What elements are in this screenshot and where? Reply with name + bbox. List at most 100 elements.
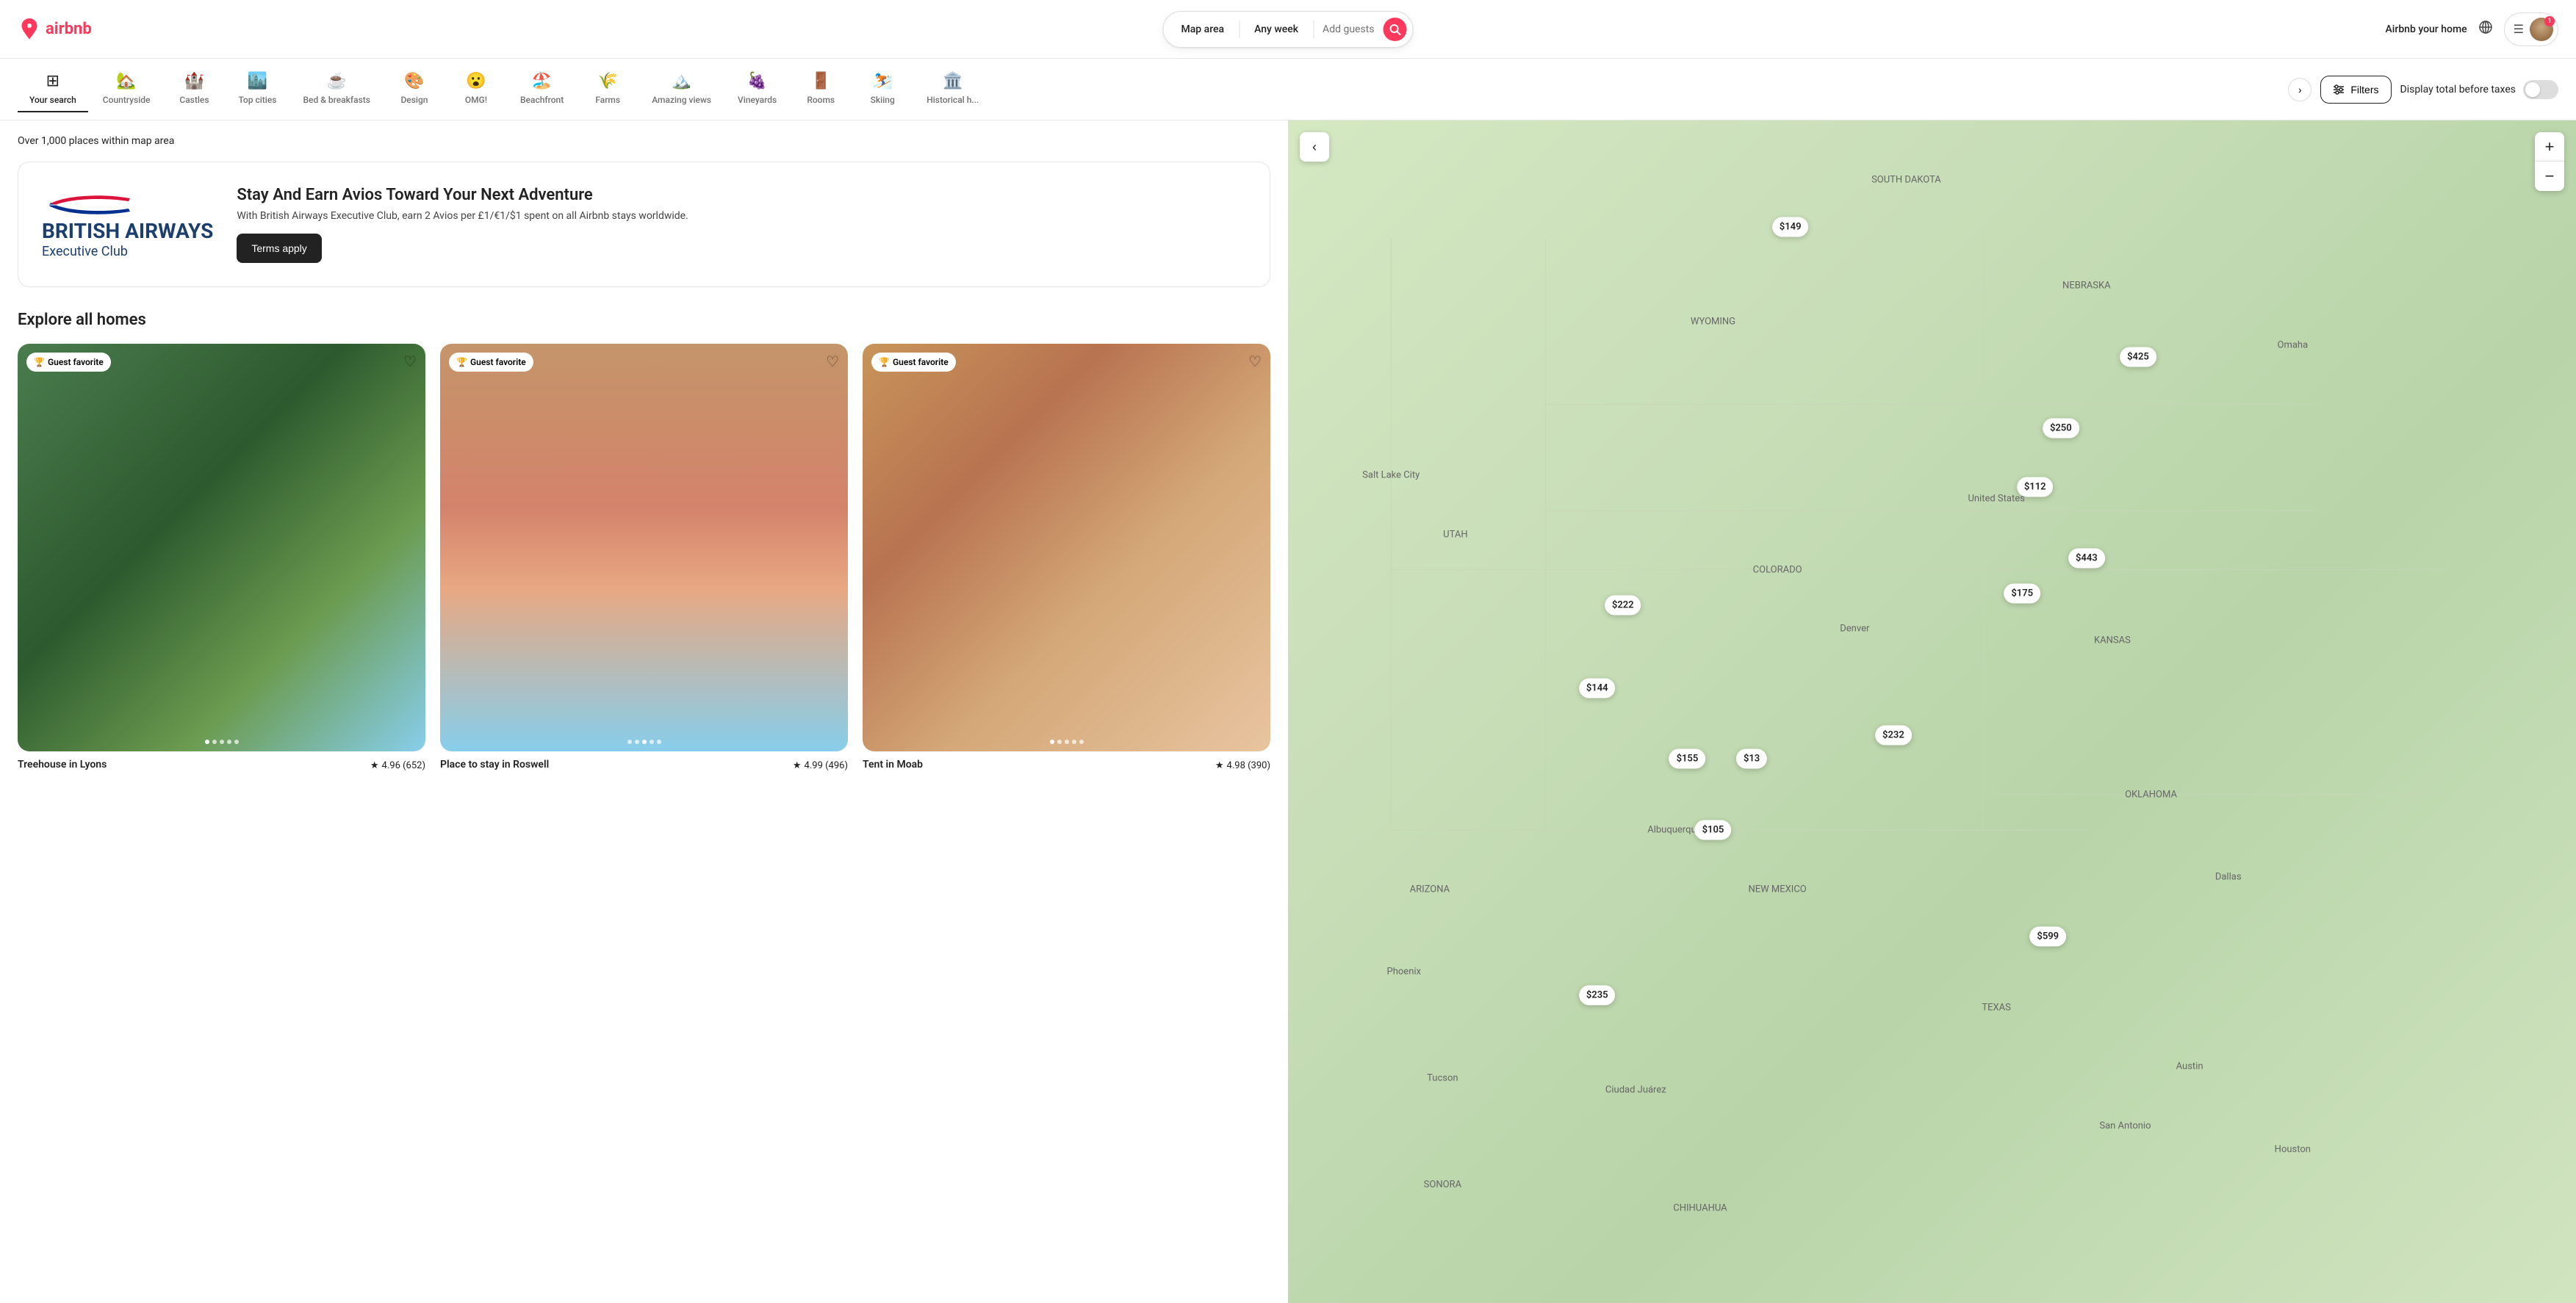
dot-2 bbox=[642, 740, 647, 744]
category-icon-rooms: 🚪 bbox=[811, 72, 831, 90]
filters-label: Filters bbox=[2350, 84, 2378, 95]
map-label-6: COLORADO bbox=[1753, 564, 1802, 575]
notification-badge: 1 bbox=[2544, 16, 2555, 26]
map-label-11: NEW MEXICO bbox=[1748, 884, 1806, 895]
wishlist-button-listing-2[interactable]: ♡ bbox=[826, 353, 839, 371]
dot-1 bbox=[1057, 740, 1062, 744]
dot-4 bbox=[234, 740, 239, 744]
map-background: ‹ + − SOUTH DAKOTAWYOMINGNEBRASKAOmahaUT… bbox=[1288, 120, 2576, 1303]
map-label-22: Houston bbox=[2275, 1144, 2311, 1155]
main-layout: Over 1,000 places within map area BRITIS… bbox=[0, 120, 2576, 1303]
category-item-historical[interactable]: 🏛️ Historical h... bbox=[915, 66, 990, 112]
display-total-toggle[interactable] bbox=[2523, 80, 2558, 99]
map-label-1: WYOMING bbox=[1691, 316, 1735, 327]
map-collapse-button[interactable]: ‹ bbox=[1300, 132, 1329, 162]
filters-button[interactable]: Filters bbox=[2320, 76, 2391, 104]
header-right: Airbnb your home ☰ 1 bbox=[2386, 12, 2558, 46]
wishlist-button-listing-3[interactable]: ♡ bbox=[1248, 353, 1262, 371]
image-dots-listing-1 bbox=[205, 740, 239, 744]
listing-image-listing-3: 🏆 Guest favorite ♡ bbox=[863, 344, 1270, 751]
ba-logo-svg bbox=[42, 190, 137, 219]
pin-112[interactable]: $112 bbox=[2017, 477, 2054, 497]
listing-card-listing-3[interactable]: 🏆 Guest favorite ♡ Tent in Moab ★ 4.98 (… bbox=[863, 344, 1270, 771]
category-label-amazing-views: Amazing views bbox=[652, 95, 711, 105]
map-label-3: Omaha bbox=[2278, 339, 2309, 350]
pin-425[interactable]: $425 bbox=[2120, 347, 2156, 367]
dot-0 bbox=[1050, 740, 1054, 744]
category-icon-omg: 😮 bbox=[466, 72, 486, 90]
category-item-farms[interactable]: 🌾 Farms bbox=[578, 66, 637, 112]
category-item-your-search[interactable]: ⊞ Your search bbox=[18, 66, 88, 112]
category-icon-your-search: ⊞ bbox=[46, 72, 60, 90]
hamburger-icon: ☰ bbox=[2514, 22, 2524, 36]
map-zoom-out-button[interactable]: − bbox=[2535, 162, 2564, 191]
promo-content: Stay And Earn Avios Toward Your Next Adv… bbox=[237, 186, 1246, 263]
category-item-bed-breakfasts[interactable]: ☕ Bed & breakfasts bbox=[291, 66, 382, 112]
pin-105[interactable]: $105 bbox=[1695, 820, 1732, 840]
search-button[interactable] bbox=[1383, 18, 1406, 41]
map-label-14: Phoenix bbox=[1387, 967, 1421, 978]
pin-443[interactable]: $443 bbox=[2068, 548, 2105, 568]
listing-info-listing-1: Treehouse in Lyons ★ 4.96 (652) bbox=[18, 759, 425, 771]
pin-235[interactable]: $235 bbox=[1579, 986, 1616, 1006]
map-label-18: CHIHUAHUA bbox=[1673, 1203, 1727, 1214]
dot-2 bbox=[1065, 740, 1069, 744]
airbnb-your-home-link[interactable]: Airbnb your home bbox=[2386, 24, 2467, 35]
image-dots-listing-3 bbox=[1050, 740, 1084, 744]
map-label-21: Austin bbox=[2176, 1061, 2203, 1072]
pin-13[interactable]: $13 bbox=[1736, 749, 1767, 769]
category-icon-bed-breakfasts: ☕ bbox=[327, 72, 347, 90]
category-item-design[interactable]: 🎨 Design bbox=[385, 66, 444, 112]
search-bar[interactable]: Map area Any week Add guests bbox=[1163, 11, 1414, 48]
ba-brand-name: BRITISH AIRWAYS bbox=[42, 219, 213, 244]
category-item-countryside[interactable]: 🏡 Countryside bbox=[91, 66, 162, 112]
display-total-label: Display total before taxes bbox=[2400, 84, 2516, 95]
category-item-skiing[interactable]: ⛷️ Skiing bbox=[853, 66, 912, 112]
pin-155[interactable]: $155 bbox=[1669, 749, 1706, 769]
ba-logo: BRITISH AIRWAYS Executive Club bbox=[42, 190, 213, 259]
category-item-rooms[interactable]: 🚪 Rooms bbox=[791, 66, 850, 112]
guest-favorite-badge-listing-1: 🏆 Guest favorite bbox=[26, 353, 111, 372]
terms-apply-button[interactable]: Terms apply bbox=[237, 234, 321, 263]
globe-icon[interactable] bbox=[2479, 21, 2492, 37]
promo-banner: BRITISH AIRWAYS Executive Club Stay And … bbox=[18, 162, 1270, 287]
map-label-12: OKLAHOMA bbox=[2125, 789, 2177, 800]
pin-250[interactable]: $250 bbox=[2043, 418, 2079, 438]
explore-title: Explore all homes bbox=[18, 311, 1270, 329]
category-item-omg[interactable]: 😮 OMG! bbox=[447, 66, 506, 112]
pin-599[interactable]: $599 bbox=[2029, 926, 2066, 946]
wishlist-button-listing-1[interactable]: ♡ bbox=[403, 353, 417, 371]
search-divider-2 bbox=[1313, 21, 1314, 38]
pin-149[interactable]: $149 bbox=[1772, 217, 1809, 237]
category-item-amazing-views[interactable]: 🏔️ Amazing views bbox=[640, 66, 723, 112]
category-icon-top-cities: 🏙️ bbox=[248, 72, 267, 90]
listing-name-listing-1: Treehouse in Lyons bbox=[18, 759, 107, 770]
map-label-23: San Antonio bbox=[2099, 1120, 2151, 1131]
user-menu[interactable]: ☰ 1 bbox=[2504, 12, 2558, 46]
logo[interactable]: airbnb bbox=[18, 18, 106, 41]
map-panel: ‹ + − SOUTH DAKOTAWYOMINGNEBRASKAOmahaUT… bbox=[1288, 120, 2576, 1303]
map-zoom-in-button[interactable]: + bbox=[2535, 132, 2564, 162]
category-item-beachfront[interactable]: 🏖️ Beachfront bbox=[508, 66, 575, 112]
category-item-castles[interactable]: 🏰 Castles bbox=[165, 66, 223, 112]
pin-175[interactable]: $175 bbox=[2004, 584, 2040, 604]
category-label-rooms: Rooms bbox=[807, 95, 835, 105]
dot-3 bbox=[1072, 740, 1076, 744]
map-label-13: Albuquerque bbox=[1647, 825, 1701, 836]
category-item-vineyards[interactable]: 🍇 Vineyards bbox=[726, 66, 788, 112]
search-guests: Add guests bbox=[1323, 24, 1374, 35]
dot-3 bbox=[227, 740, 231, 744]
pin-232[interactable]: $232 bbox=[1875, 726, 1912, 746]
category-item-top-cities[interactable]: 🏙️ Top cities bbox=[226, 66, 288, 112]
category-label-design: Design bbox=[400, 95, 428, 105]
category-icon-castles: 🏰 bbox=[184, 72, 204, 90]
category-icon-skiing: ⛷️ bbox=[873, 72, 893, 90]
pin-222[interactable]: $222 bbox=[1605, 596, 1641, 616]
category-scroll-right[interactable]: › bbox=[2288, 78, 2311, 101]
listing-card-listing-1[interactable]: 🏆 Guest favorite ♡ Treehouse in Lyons ★ … bbox=[18, 344, 425, 771]
listing-card-listing-2[interactable]: 🏆 Guest favorite ♡ Place to stay in Rosw… bbox=[440, 344, 848, 771]
map-label-9: Denver bbox=[1840, 624, 1869, 635]
pin-144[interactable]: $144 bbox=[1579, 678, 1616, 698]
category-icon-historical: 🏛️ bbox=[943, 72, 963, 90]
promo-title: Stay And Earn Avios Toward Your Next Adv… bbox=[237, 186, 1246, 204]
